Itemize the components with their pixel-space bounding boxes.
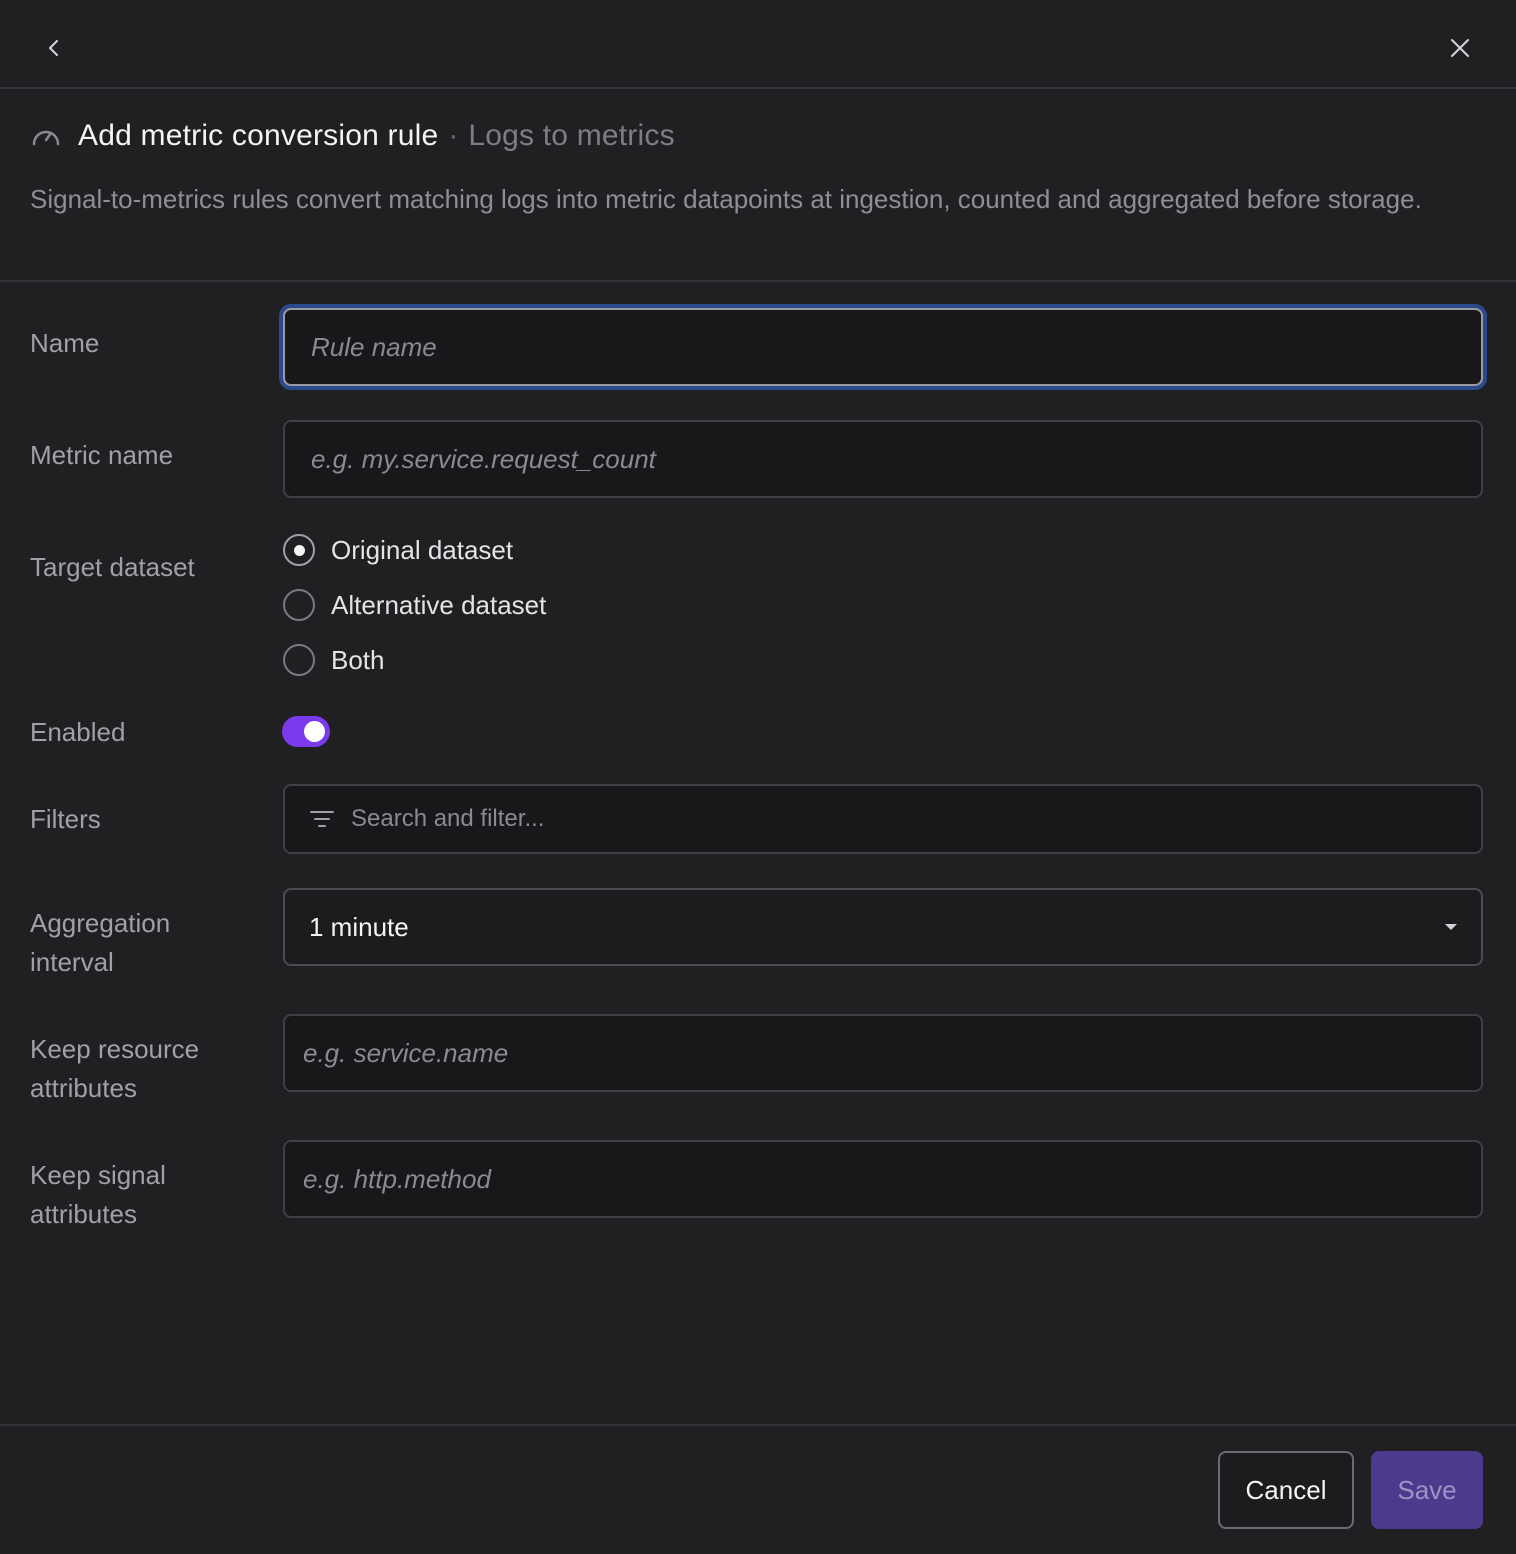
aggregation-interval-label: Aggregation interval (30, 904, 170, 982)
title-separator: · (448, 119, 459, 152)
metric-name-input[interactable] (283, 420, 1483, 498)
radio-button-checked[interactable] (283, 534, 315, 566)
radio-button[interactable] (283, 644, 315, 676)
toggle-knob (304, 721, 325, 742)
keep-signal-attributes-input[interactable] (283, 1140, 1483, 1218)
radio-alternative-dataset[interactable]: Alternative dataset (283, 588, 546, 622)
rule-name-input[interactable] (283, 308, 1483, 386)
radio-label: Original dataset (331, 534, 514, 565)
select-value: 1 minute (309, 911, 409, 942)
metric-name-label: Metric name (30, 440, 174, 470)
label-line: interval (30, 947, 114, 977)
caret-down-icon (1445, 924, 1457, 930)
name-label: Name (30, 328, 100, 358)
label-line: Keep signal (30, 1160, 166, 1190)
target-dataset-label: Target dataset (30, 552, 195, 582)
gauge-icon (30, 120, 62, 152)
top-bar (0, 0, 1516, 89)
filters-label: Filters (30, 804, 101, 834)
close-button[interactable] (1438, 26, 1482, 70)
enabled-toggle[interactable] (282, 716, 330, 747)
back-button[interactable] (32, 26, 76, 70)
close-icon (1451, 39, 1469, 57)
radio-both[interactable]: Both (283, 643, 385, 677)
aggregation-interval-select[interactable]: 1 minute (283, 888, 1483, 966)
filter-placeholder: Search and filter... (351, 805, 545, 832)
keep-resource-attributes-input[interactable] (283, 1014, 1483, 1092)
label-line: attributes (30, 1199, 137, 1229)
radio-label: Alternative dataset (331, 589, 547, 620)
label-line: attributes (30, 1073, 137, 1103)
radio-label: Both (331, 644, 385, 675)
enabled-label: Enabled (30, 717, 126, 747)
chevron-left-icon (49, 40, 58, 56)
page-subtitle: Logs to metrics (468, 119, 675, 152)
label-line: Aggregation (30, 908, 171, 938)
cancel-button[interactable]: Cancel (1218, 1451, 1354, 1529)
save-button[interactable]: Save (1371, 1451, 1483, 1529)
filter-search-input[interactable]: Search and filter... (283, 784, 1483, 854)
page-title: Add metric conversion rule (78, 119, 439, 152)
page-description: Signal-to-metrics rules convert matching… (30, 184, 1422, 214)
radio-dot (293, 544, 305, 556)
label-line: Keep resource (30, 1034, 200, 1064)
radio-button[interactable] (283, 589, 315, 621)
keep-signal-attributes-label: Keep signal attributes (30, 1156, 166, 1234)
radio-original-dataset[interactable]: Original dataset (283, 533, 513, 567)
title-row: Add metric conversion rule · Logs to met… (30, 114, 675, 158)
filter-icon (309, 805, 337, 833)
keep-resource-attributes-label: Keep resource attributes (30, 1030, 199, 1108)
